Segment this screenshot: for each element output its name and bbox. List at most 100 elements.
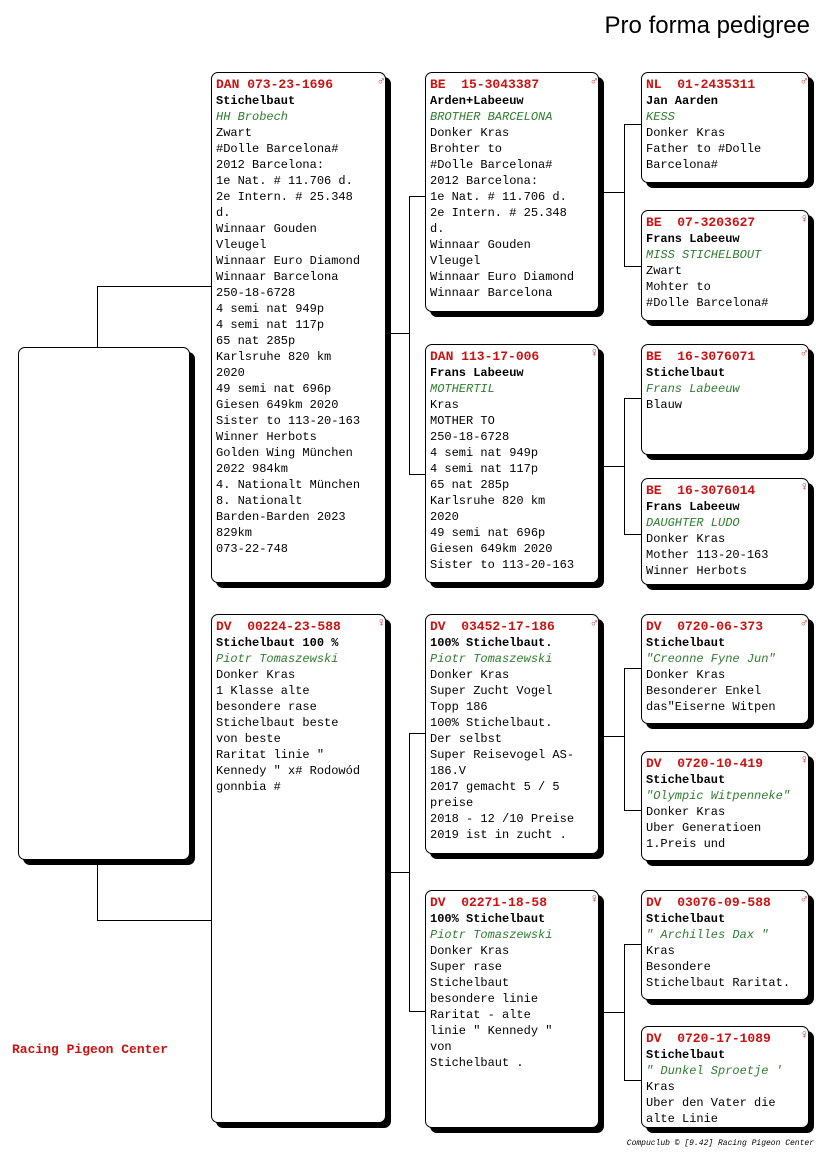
breeder-name: Frans Labeeuw xyxy=(646,382,740,396)
breeder-name: DAUGHTER LUDO xyxy=(646,516,740,530)
pigeon-name: Stichelbaut xyxy=(646,366,726,380)
pigeon-details: Donker Kras Besonderer Enkel das"Eiserne… xyxy=(646,668,776,714)
breeder-name: BROTHER BARCELONA xyxy=(430,110,553,124)
pigeon-details: Donker Kras Uber Generatioen 1.Preis und xyxy=(646,805,762,851)
sdd-card[interactable]: BE 16-3076014 ♀ Frans Labeeuw DAUGHTER L… xyxy=(641,478,809,585)
connector-line xyxy=(624,124,625,266)
connector-line xyxy=(624,944,641,945)
pigeon-details: Blauw xyxy=(646,398,683,412)
connector-line xyxy=(624,668,641,669)
breeder-name: HH Brobech xyxy=(216,110,289,124)
connector-line xyxy=(599,736,624,737)
connector-line xyxy=(386,333,409,334)
connector-line xyxy=(409,196,425,197)
pigeon-details: Kras MOTHER TO 250-18-6728 4 semi nat 94… xyxy=(430,398,575,572)
connector-line xyxy=(624,398,641,399)
pigeon-details: Donker Kras Father to #Dolle Barcelona# xyxy=(646,126,762,172)
connector-line xyxy=(624,810,641,811)
ring-number: DAN 113-17-006 xyxy=(430,349,540,364)
sds-card[interactable]: BE 16-3076071 ♂ Stichelbaut Frans Labeeu… xyxy=(641,344,809,455)
pigeon-name: Stichelbaut xyxy=(646,773,726,787)
breeder-name: " Archilles Dax " xyxy=(646,928,769,942)
male-icon: ♂ xyxy=(590,616,598,630)
connector-line xyxy=(624,266,641,267)
pigeon-details: Donker Kras Super Zucht Vogel Topp 186 1… xyxy=(430,668,575,842)
connector-line xyxy=(409,733,425,734)
connector-line xyxy=(97,920,211,921)
connector-line xyxy=(97,286,211,287)
ring-number: BE 07-3203627 xyxy=(646,215,756,230)
ring-number: DV 0720-06-373 xyxy=(646,619,764,634)
pigeon-details: Donker Kras Brohter to #Dolle Barcelona#… xyxy=(430,126,575,300)
connector-line xyxy=(624,124,641,125)
connector-line xyxy=(409,474,425,475)
pigeon-details: Donker Kras Mother 113-20-163 Winner Her… xyxy=(646,532,769,578)
pigeon-name: Jan Aarden xyxy=(646,94,719,108)
connector-line xyxy=(624,668,625,810)
dsd-card[interactable]: DV 0720-10-419 ♀ Stichelbaut "Olympic Wi… xyxy=(641,751,809,861)
female-icon: ♀ xyxy=(800,212,808,226)
breeder-name: MISS STICHELBOUT xyxy=(646,248,762,262)
pigeon-name: Frans Labeeuw xyxy=(646,232,740,246)
connector-line xyxy=(624,944,625,1080)
male-icon: ♂ xyxy=(377,74,385,88)
dam-sire-card[interactable]: DV 03452-17-186 ♂ 100% Stichelbaut. Piot… xyxy=(425,614,599,854)
connector-line xyxy=(624,398,625,534)
sire-sire-card[interactable]: BE 15-3043387 ♂ Arden+Labeeuw BROTHER BA… xyxy=(425,72,599,312)
pigeon-details: Zwart Mohter to #Dolle Barcelona# xyxy=(646,264,769,310)
ring-number: BE 15-3043387 xyxy=(430,77,540,92)
sire-dam-card[interactable]: DAN 113-17-006 ♀ Frans Labeeuw MOTHERTIL… xyxy=(425,344,599,583)
subject-card[interactable] xyxy=(18,347,190,860)
breeder-name: Piotr Tomaszewski xyxy=(216,652,339,666)
footer-brand: Racing Pigeon Center xyxy=(12,1042,169,1057)
dss-card[interactable]: DV 0720-06-373 ♂ Stichelbaut "Creonne Fy… xyxy=(641,614,809,724)
pigeon-name: Stichelbaut xyxy=(646,1048,726,1062)
ring-number: DAN 073-23-1696 xyxy=(216,77,334,92)
pigeon-name: Arden+Labeeuw xyxy=(430,94,524,108)
female-icon: ♀ xyxy=(590,346,598,360)
ring-number: DV 03076-09-588 xyxy=(646,895,771,910)
breeder-name: "Olympic Witpenneke" xyxy=(646,789,791,803)
connector-line xyxy=(409,1011,425,1012)
breeder-name: MOTHERTIL xyxy=(430,382,495,396)
female-icon: ♀ xyxy=(377,616,385,630)
ring-number: DV 00224-23-588 xyxy=(216,619,341,634)
pigeon-details: Donker Kras Super rase Stichelbaut beson… xyxy=(430,944,553,1070)
pigeon-details: Zwart #Dolle Barcelona# 2012 Barcelona: … xyxy=(216,126,361,556)
page-title: Pro forma pedigree xyxy=(604,12,810,39)
connector-line xyxy=(409,196,410,474)
pigeon-name: Stichelbaut 100 % xyxy=(216,636,339,650)
dam-card[interactable]: DV 00224-23-588 ♀ Stichelbaut 100 % Piot… xyxy=(211,614,386,1123)
ring-number: BE 16-3076071 xyxy=(646,349,756,364)
male-icon: ♂ xyxy=(590,74,598,88)
male-icon: ♂ xyxy=(800,616,808,630)
sire-card[interactable]: DAN 073-23-1696 ♂ Stichelbaut HH Brobech… xyxy=(211,72,386,583)
connector-line xyxy=(386,872,409,873)
ring-number: NL 01-2435311 xyxy=(646,77,756,92)
dam-dam-card[interactable]: DV 02271-18-58 ♀ 100% Stichelbaut Piotr … xyxy=(425,890,599,1128)
ddd-card[interactable]: DV 0720-17-1089 ♀ Stichelbaut " Dunkel S… xyxy=(641,1026,809,1128)
female-icon: ♀ xyxy=(800,753,808,767)
ring-number: DV 03452-17-186 xyxy=(430,619,555,634)
dds-card[interactable]: DV 03076-09-588 ♂ Stichelbaut " Archille… xyxy=(641,890,809,1000)
pigeon-name: Frans Labeeuw xyxy=(430,366,524,380)
ring-number: DV 0720-10-419 xyxy=(646,756,764,771)
male-icon: ♂ xyxy=(800,892,808,906)
connector-line xyxy=(97,286,98,347)
breeder-name: "Creonne Fyne Jun" xyxy=(646,652,776,666)
female-icon: ♀ xyxy=(590,892,598,906)
connector-line xyxy=(409,733,410,1011)
connector-line xyxy=(599,1012,624,1013)
male-icon: ♂ xyxy=(800,346,808,360)
male-icon: ♂ xyxy=(800,74,808,88)
footer-credit: Compuclub © [9.42] Racing Pigeon Center xyxy=(626,1139,814,1148)
breeder-name: " Dunkel Sproetje ' xyxy=(646,1064,783,1078)
ssd-card[interactable]: BE 07-3203627 ♀ Frans Labeeuw MISS STICH… xyxy=(641,210,809,321)
pigeon-name: Stichelbaut xyxy=(216,94,296,108)
connector-line xyxy=(624,1080,641,1081)
connector-line xyxy=(624,534,641,535)
breeder-name: Piotr Tomaszewski xyxy=(430,652,553,666)
pigeon-name: 100% Stichelbaut. xyxy=(430,636,553,650)
pigeon-name: Frans Labeeuw xyxy=(646,500,740,514)
sss-card[interactable]: NL 01-2435311 ♂ Jan Aarden KESS Donker K… xyxy=(641,72,809,183)
